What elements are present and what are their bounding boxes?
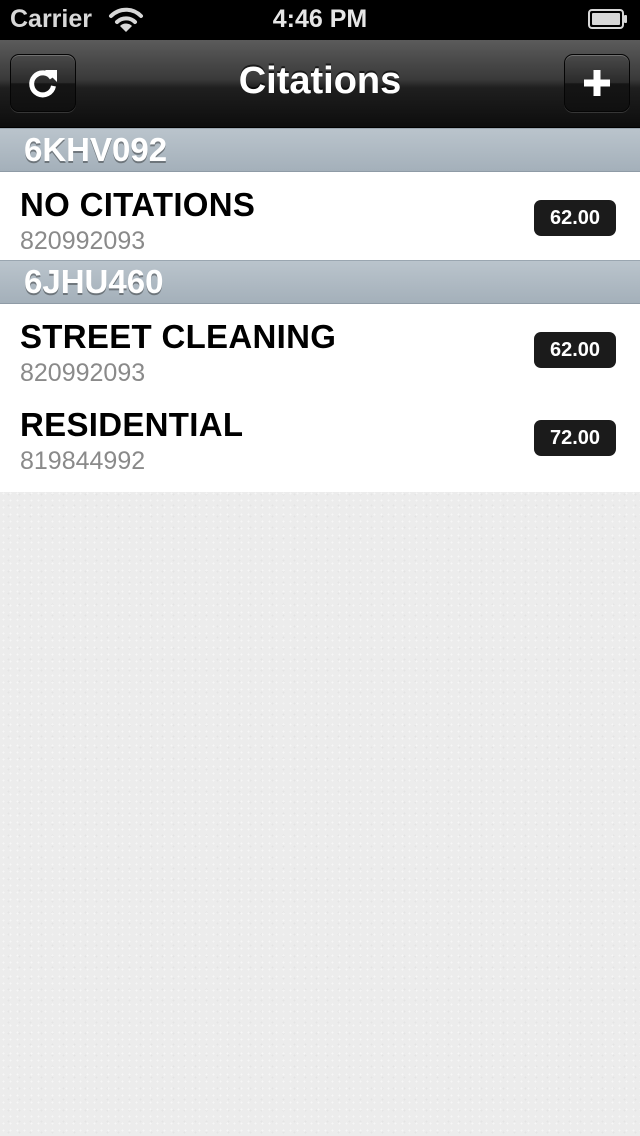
section-header-plate: 6JHU460 <box>0 260 640 304</box>
citation-number: 820992093 <box>20 227 146 255</box>
battery-icon <box>588 9 628 29</box>
plus-icon <box>584 70 610 96</box>
citation-row[interactable]: RESIDENTIAL 819844992 72.00 <box>0 392 640 480</box>
citation-title: RESIDENTIAL <box>20 406 244 443</box>
citation-title: STREET CLEANING <box>20 318 337 355</box>
amount-badge: 62.00 <box>534 200 616 236</box>
amount-badge: 72.00 <box>534 420 616 456</box>
section-header-plate: 6KHV092 <box>0 128 640 172</box>
status-time: 4:46 PM <box>272 5 368 33</box>
torn-paper-edge <box>0 480 640 487</box>
citations-list: 6KHV092 NO CITATIONS 820992093 62.00 6JH… <box>0 128 640 492</box>
citation-number: 820992093 <box>20 359 146 387</box>
citation-row[interactable]: STREET CLEANING 820992093 62.00 <box>0 304 640 392</box>
add-button[interactable] <box>564 54 630 112</box>
page-title: Citations <box>238 60 402 102</box>
citation-row[interactable]: NO CITATIONS 820992093 62.00 <box>0 172 640 260</box>
amount-badge: 62.00 <box>534 332 616 368</box>
status-bar: Carrier 4:46 PM <box>0 0 640 40</box>
navigation-bar: Citations <box>0 40 640 128</box>
refresh-button[interactable] <box>10 54 76 112</box>
refresh-icon <box>29 70 57 98</box>
citation-title: NO CITATIONS <box>20 186 256 223</box>
citation-number: 819844992 <box>20 447 146 475</box>
